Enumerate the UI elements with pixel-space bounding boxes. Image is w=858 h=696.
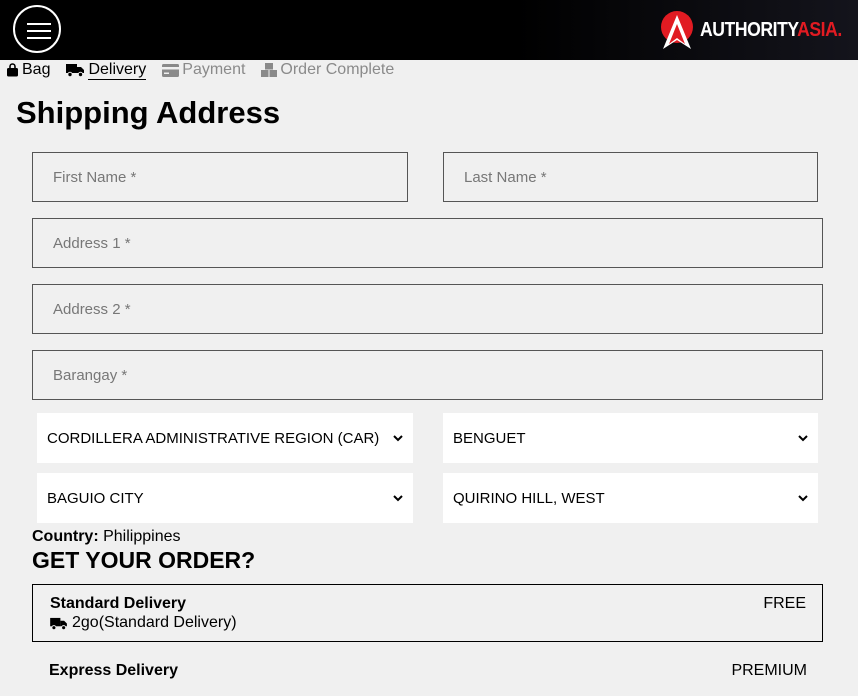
region-select-value: CORDILLERA ADMINISTRATIVE REGION (CAR) — [47, 429, 380, 447]
chevron-down-icon — [393, 434, 403, 442]
checkout-steps: Bag Delivery Payment Order Complete — [6, 60, 410, 80]
top-navigation-bar: AUTHORITYASIA. — [0, 0, 858, 60]
logo-text: AUTHORITYASIA. — [700, 18, 842, 41]
last-name-field[interactable] — [443, 152, 818, 202]
address1-field[interactable] — [32, 218, 823, 268]
district-select-value: QUIRINO HILL, WEST — [453, 489, 605, 507]
region-select[interactable]: CORDILLERA ADMINISTRATIVE REGION (CAR) — [37, 413, 413, 463]
step-payment-label: Payment — [182, 61, 246, 78]
brand-logo[interactable]: AUTHORITYASIA. — [660, 9, 858, 51]
chevron-down-icon — [393, 494, 403, 502]
chevron-down-icon — [798, 434, 808, 442]
delivery-option-name: Express Delivery — [49, 662, 178, 679]
hamburger-menu-icon[interactable] — [13, 5, 61, 53]
delivery-heading: GET YOUR ORDER? — [32, 547, 256, 573]
truck-icon — [66, 63, 85, 77]
province-select-value: BENGUET — [453, 429, 526, 447]
country-value: Philippines — [103, 528, 181, 545]
province-select[interactable]: BENGUET — [443, 413, 818, 463]
delivery-option-price: FREE — [763, 595, 806, 612]
first-name-field[interactable] — [32, 152, 408, 202]
delivery-option-standard[interactable]: Standard Delivery 2go(Standard Delivery)… — [32, 584, 823, 642]
shopping-bag-icon — [6, 63, 19, 77]
address2-field[interactable] — [32, 284, 823, 334]
step-bag-label: Bag — [22, 61, 51, 78]
delivery-option-express[interactable]: Express Delivery PREMIUM — [32, 656, 823, 696]
chevron-down-icon — [798, 494, 808, 502]
page-title: Shipping Address — [16, 95, 281, 130]
city-select-value: BAGUIO CITY — [47, 489, 144, 507]
district-select[interactable]: QUIRINO HILL, WEST — [443, 473, 818, 523]
step-order-complete-label: Order Complete — [280, 61, 395, 78]
delivery-option-name: Standard Delivery — [50, 595, 187, 612]
step-bag[interactable]: Bag — [6, 61, 50, 79]
delivery-option-carrier: 2go(Standard Delivery) — [50, 614, 237, 632]
step-order-complete[interactable]: Order Complete — [261, 61, 394, 79]
delivery-option-sub: 2go(Standard Delivery) — [72, 614, 237, 631]
barangay-field[interactable] — [32, 350, 823, 400]
step-delivery-label: Delivery — [88, 60, 147, 80]
credit-card-icon — [162, 63, 180, 77]
boxes-icon — [261, 63, 278, 77]
country-line: Country: Philippines — [32, 528, 181, 546]
city-select[interactable]: BAGUIO CITY — [37, 473, 413, 523]
step-payment[interactable]: Payment — [162, 61, 245, 79]
truck-icon — [50, 617, 68, 630]
delivery-option-price: PREMIUM — [731, 662, 807, 679]
step-delivery[interactable]: Delivery — [66, 60, 147, 80]
logo-mark-icon — [661, 11, 693, 49]
country-label: Country: — [32, 528, 99, 545]
